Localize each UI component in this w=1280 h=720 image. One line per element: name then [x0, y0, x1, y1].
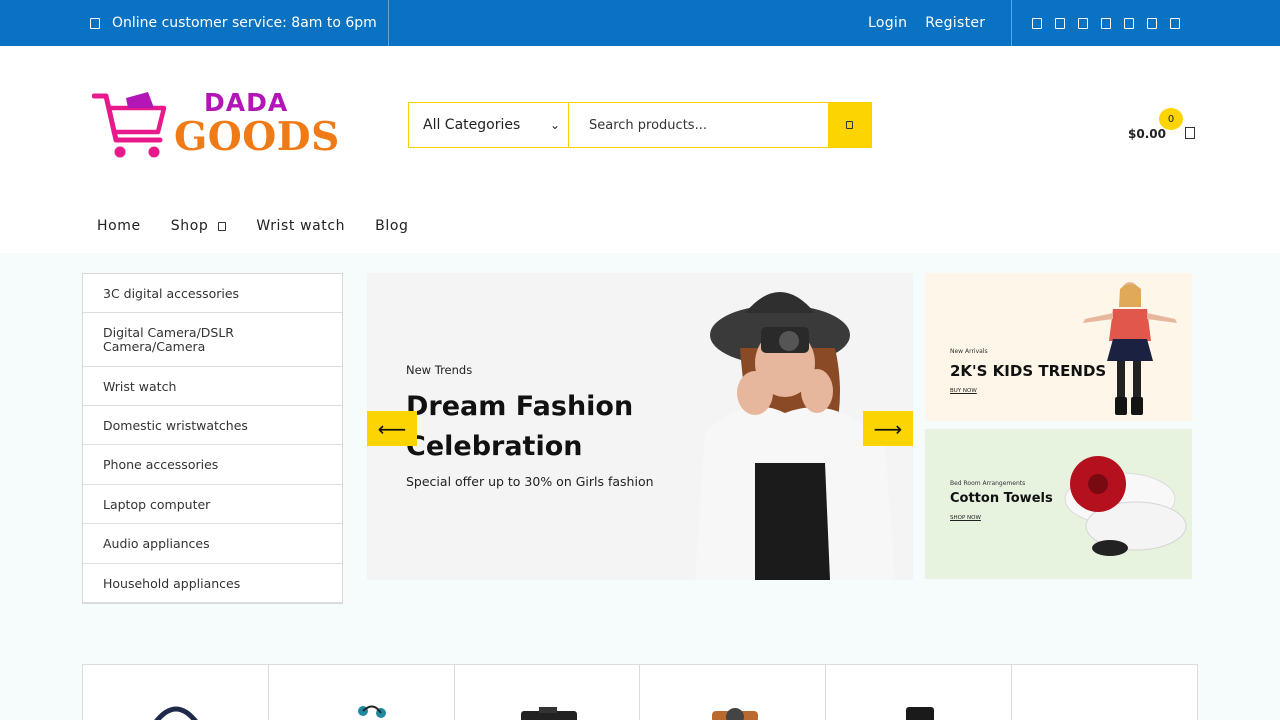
category-select-value: All Categories: [423, 117, 521, 133]
towels-image: [1064, 456, 1187, 556]
headphones-image: [154, 706, 198, 720]
register-link[interactable]: Register: [925, 15, 985, 31]
hero-kicker: New Trends: [406, 363, 473, 377]
category-item[interactable]: Wrist watch: [83, 367, 342, 406]
category-item[interactable]: Audio appliances: [83, 524, 342, 564]
product-strip: [82, 664, 1198, 720]
phone-icon: [90, 17, 100, 29]
hero-offer: Special offer up to 30% on Girls fashion: [406, 474, 654, 489]
category-item[interactable]: 3C digital accessories: [83, 274, 342, 313]
product-card[interactable]: [640, 665, 827, 720]
nav-blog[interactable]: Blog: [375, 218, 408, 234]
search-input[interactable]: [569, 103, 828, 147]
product-card[interactable]: [83, 665, 269, 720]
product-card[interactable]: [1012, 665, 1197, 720]
arrow-right-icon: ⟶: [873, 416, 903, 441]
promo-kids-link[interactable]: BUY NOW: [950, 388, 977, 394]
category-list: 3C digital accessories Digital Camera/DS…: [82, 273, 343, 604]
cart-amount: $0.00: [1128, 127, 1166, 141]
site-header: DADA GOODS All Categories ⌄ 0 $0.00 Home…: [0, 46, 1280, 253]
earphones-image: [357, 705, 386, 718]
nav-wrist-watch[interactable]: Wrist watch: [256, 218, 345, 234]
rss-icon[interactable]: [1170, 17, 1180, 29]
login-link[interactable]: Login: [868, 15, 907, 31]
promo-towels-link[interactable]: SHOP NOW: [950, 515, 981, 521]
category-item[interactable]: Digital Camera/DSLR Camera/Camera: [83, 313, 342, 367]
promo-towels-kicker: Bed Room Arrangements: [950, 480, 1026, 487]
instagram-icon[interactable]: [1078, 17, 1088, 29]
product-card[interactable]: [455, 665, 641, 720]
product-card[interactable]: [269, 665, 455, 720]
hero-slider: New Trends Dream Fashion Celebration Spe…: [367, 273, 913, 580]
category-item[interactable]: Household appliances: [83, 564, 342, 603]
chevron-down-icon: [218, 221, 227, 231]
search-bar: All Categories ⌄: [408, 102, 872, 148]
category-item[interactable]: Laptop computer: [83, 485, 342, 524]
camera-image: [520, 707, 577, 720]
customer-service: Online customer service: 8am to 6pm: [90, 0, 377, 46]
category-item[interactable]: Phone accessories: [83, 445, 342, 485]
watch-image: [712, 708, 759, 720]
topbar-divider: [1011, 0, 1012, 46]
category-item-label: Digital Camera/DSLR Camera/Camera: [103, 324, 234, 354]
promo-kids-banner[interactable]: New Arrivals 2K'S KIDS TRENDS BUY NOW: [925, 273, 1192, 421]
arrow-left-icon: ⟵: [377, 416, 407, 441]
linkedin-icon[interactable]: [1101, 17, 1111, 29]
mini-cart[interactable]: 0 $0.00: [1128, 108, 1208, 148]
category-select[interactable]: All Categories ⌄: [409, 103, 569, 147]
search-icon: [846, 121, 853, 129]
slider-prev-button[interactable]: ⟵: [367, 411, 417, 446]
category-item[interactable]: Domestic wristwatches: [83, 406, 342, 445]
facebook-icon[interactable]: [1032, 17, 1042, 29]
promo-towels-title: Cotton Towels: [950, 491, 1053, 506]
hero-title: Dream Fashion Celebration: [406, 391, 634, 462]
cart-icon: [1185, 127, 1195, 139]
speaker-image: [906, 707, 935, 720]
product-card[interactable]: [826, 665, 1013, 720]
nav-home[interactable]: Home: [97, 218, 141, 234]
nav-shop-label: Shop: [170, 218, 209, 234]
auth-links: Login Register: [868, 0, 985, 46]
main-nav: Home Shop Wrist watch Blog: [97, 218, 409, 234]
search-button[interactable]: [828, 103, 871, 147]
site-logo[interactable]: DADA GOODS: [91, 88, 342, 168]
social-links: [1032, 0, 1180, 46]
topbar-divider: [388, 0, 389, 46]
chevron-down-icon: ⌄: [549, 118, 560, 132]
slider-next-button[interactable]: ⟶: [863, 411, 913, 446]
logo-text-top: DADA: [204, 88, 289, 117]
promo-kids-title: 2K'S KIDS TRENDS: [950, 362, 1107, 380]
promo-kids-kicker: New Arrivals: [950, 348, 988, 355]
nav-shop[interactable]: Shop: [171, 218, 227, 234]
youtube-icon[interactable]: [1147, 17, 1157, 29]
customer-service-text: Online customer service: 8am to 6pm: [112, 15, 377, 31]
promo-towels-banner[interactable]: Bed Room Arrangements Cotton Towels SHOP…: [925, 429, 1192, 579]
top-bar: Online customer service: 8am to 6pm Logi…: [0, 0, 1280, 46]
pinterest-icon[interactable]: [1124, 17, 1134, 29]
twitter-icon[interactable]: [1055, 17, 1065, 29]
kids-model-image: [1083, 282, 1177, 415]
logo-text-bottom: GOODS: [174, 114, 340, 160]
